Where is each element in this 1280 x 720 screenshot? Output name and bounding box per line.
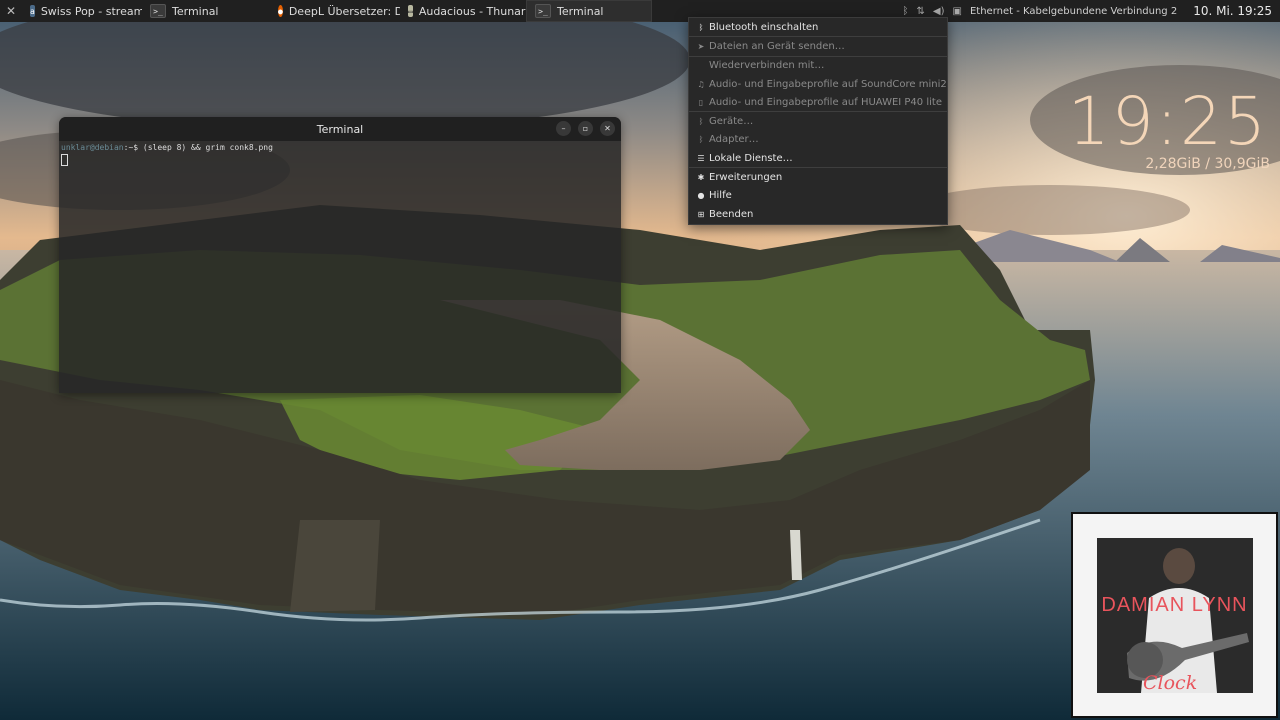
network-icon[interactable]: ⇅ bbox=[917, 6, 925, 17]
terminal-icon: >_ bbox=[150, 4, 166, 18]
menu-item-label: Geräte… bbox=[709, 116, 754, 128]
terminal-window[interactable]: Terminal – ▫ ✕ unklar@debian:~$ (sleep 8… bbox=[59, 117, 621, 393]
puzzle-icon: ✱ bbox=[697, 173, 705, 183]
menu-item-label: Audio- und Eingabeprofile auf HUAWEI P40… bbox=[709, 96, 942, 108]
tools-icon[interactable]: ✕ bbox=[0, 0, 22, 22]
bluetooth-icon: ᛒ bbox=[698, 117, 704, 127]
task-label: Swiss Pop - stream.sr.. bbox=[40, 4, 142, 18]
folder-icon: ▭ bbox=[408, 5, 413, 17]
top-panel: ✕ a Swiss Pop - stream.sr.. >_ Terminal … bbox=[0, 0, 1280, 22]
terminal-output[interactable]: unklar@debian:~$ (sleep 8) && grim conk8… bbox=[59, 141, 621, 170]
network-label: Ethernet - Kabelgebundene Verbindung 2 bbox=[969, 5, 1178, 17]
menu-item-label: Beenden bbox=[709, 208, 754, 220]
menu-item-label: Erweiterungen bbox=[709, 172, 783, 184]
terminal-line: unklar@debian:~$ (sleep 8) && grim conk8… bbox=[61, 143, 619, 152]
phone-icon: ▯ bbox=[698, 97, 704, 107]
terminal-titlebar[interactable]: Terminal – ▫ ✕ bbox=[59, 117, 621, 141]
taskbar-item-swiss-pop[interactable]: a Swiss Pop - stream.sr.. bbox=[22, 0, 142, 22]
album-art: DAMIAN LYNN Clock bbox=[1071, 512, 1278, 718]
conky-clock: 19:25 bbox=[1067, 83, 1268, 160]
close-button[interactable]: ✕ bbox=[600, 121, 615, 136]
maximize-button[interactable]: ▫ bbox=[578, 121, 593, 136]
panel-clock[interactable]: 10. Mi. 19:25 bbox=[1193, 4, 1272, 18]
list-icon: ☰ bbox=[697, 153, 705, 163]
menu-item-label: Adapter… bbox=[709, 134, 759, 146]
album-title: Clock bbox=[1143, 672, 1198, 694]
headphones-icon: ♫ bbox=[697, 79, 705, 89]
menu-item-bluetooth-on[interactable]: ᛒ Bluetooth einschalten bbox=[689, 18, 947, 36]
terminal-command: (sleep 8) && grim conk8.png bbox=[142, 143, 273, 152]
menu-item-label: Audio- und Eingabeprofile auf SoundCore … bbox=[709, 78, 947, 90]
quit-icon: ⊞ bbox=[697, 209, 705, 219]
prompt-suffix: :~$ bbox=[123, 143, 143, 152]
menu-item-extensions[interactable]: ✱ Erweiterungen bbox=[689, 168, 947, 186]
menu-item-soundcore[interactable]: ♫ Audio- und Eingabeprofile auf SoundCore… bbox=[689, 75, 947, 93]
menu-item-send-files[interactable]: ➤ Dateien an Gerät senden… bbox=[689, 37, 947, 55]
task-label: DeepL Übersetzer: D.. bbox=[288, 4, 400, 18]
menu-item-local-services[interactable]: ☰ Lokale Dienste… bbox=[689, 149, 947, 167]
prompt-user: unklar@debian bbox=[61, 143, 124, 152]
album-artist: DAMIAN LYNN bbox=[1101, 594, 1248, 616]
menu-item-devices[interactable]: ᛒ Geräte… bbox=[689, 112, 947, 130]
menu-item-label: Bluetooth einschalten bbox=[709, 21, 819, 33]
system-tray: ᛒ ⇅ ◀) ▣ Ethernet - Kabelgebundene Verbi… bbox=[903, 4, 1280, 18]
ethernet-icon[interactable]: ▣ bbox=[953, 6, 962, 17]
menu-item-label: Dateien an Gerät senden… bbox=[709, 40, 845, 52]
menu-item-label: Wiederverbinden mit… bbox=[709, 60, 825, 72]
window-title: Terminal bbox=[316, 122, 364, 136]
menu-item-reconnect[interactable]: Wiederverbinden mit… bbox=[689, 57, 947, 75]
minimize-button[interactable]: – bbox=[556, 121, 571, 136]
menu-item-help[interactable]: ● Hilfe bbox=[689, 187, 947, 205]
bluetooth-icon: ᛒ bbox=[698, 22, 704, 32]
terminal-cursor bbox=[61, 154, 68, 166]
send-icon: ➤ bbox=[697, 41, 705, 51]
taskbar-item-deepl[interactable]: ● DeepL Übersetzer: D.. bbox=[270, 0, 400, 22]
audio-stream-icon: a bbox=[30, 5, 35, 17]
menu-item-label: Hilfe bbox=[709, 190, 732, 202]
taskbar-item-terminal-2[interactable]: >_ Terminal bbox=[526, 0, 652, 22]
help-icon: ● bbox=[697, 191, 705, 201]
task-label: Terminal bbox=[172, 4, 219, 18]
menu-item-huawei[interactable]: ▯ Audio- und Eingabeprofile auf HUAWEI P4… bbox=[689, 93, 947, 111]
menu-item-adapter[interactable]: ᛒ Adapter… bbox=[689, 131, 947, 149]
taskbar-item-audacious-thunar[interactable]: ▭ Audacious - Thunar bbox=[400, 0, 526, 22]
bluetooth-icon[interactable]: ᛒ bbox=[903, 6, 909, 17]
firefox-icon: ● bbox=[278, 5, 283, 17]
menu-item-label: Lokale Dienste… bbox=[709, 152, 793, 164]
bluetooth-icon: ᛒ bbox=[698, 135, 704, 145]
task-label: Terminal bbox=[557, 4, 604, 18]
terminal-icon: >_ bbox=[535, 4, 551, 18]
taskbar-item-terminal-1[interactable]: >_ Terminal bbox=[142, 0, 270, 22]
volume-icon[interactable]: ◀) bbox=[933, 6, 945, 17]
conky-memory: 2,28GiB / 30,9GiB bbox=[1145, 156, 1270, 172]
bluetooth-menu: ᛒ Bluetooth einschalten ➤ Dateien an Gerät… bbox=[688, 17, 948, 225]
menu-item-quit[interactable]: ⊞ Beenden bbox=[689, 205, 947, 223]
task-label: Audacious - Thunar bbox=[418, 4, 526, 18]
